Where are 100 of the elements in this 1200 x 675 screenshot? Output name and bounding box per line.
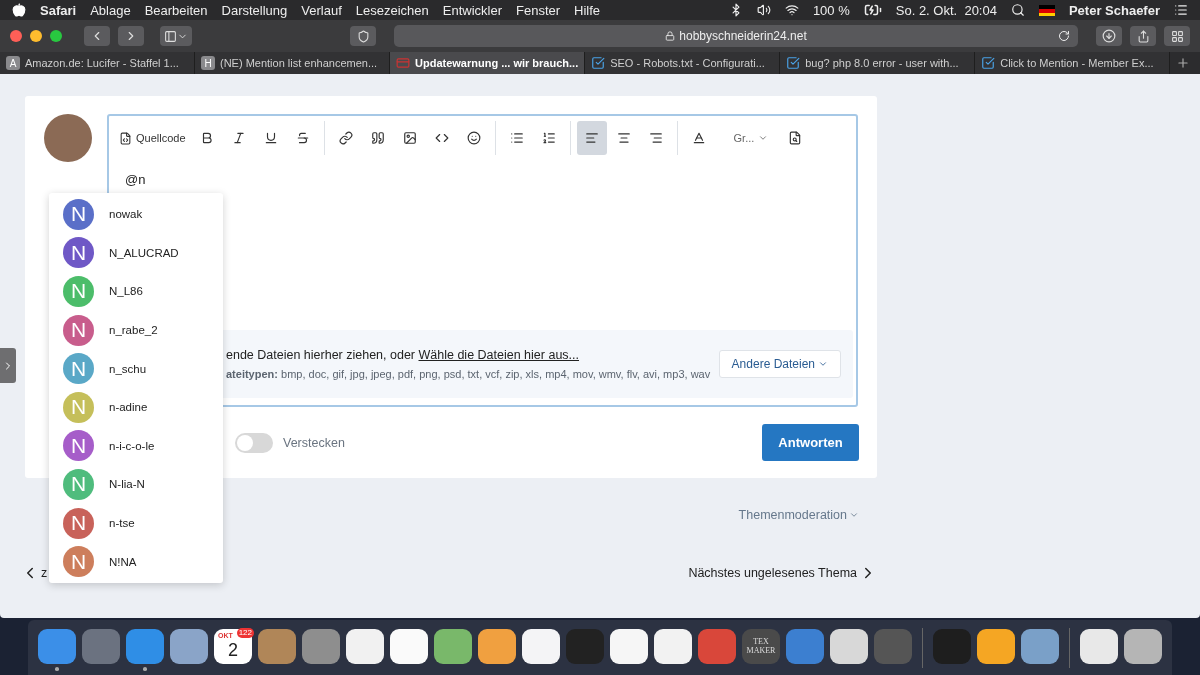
- app-icon[interactable]: [478, 628, 516, 664]
- app-icon[interactable]: [977, 628, 1015, 664]
- editor-text: @n: [125, 172, 146, 187]
- bullet-list-icon: [509, 131, 524, 145]
- app-icon-label: TEX MAKER: [745, 637, 777, 656]
- reply-button[interactable]: Antworten: [762, 424, 859, 461]
- browser-tab[interactable]: H (NE) Mention list enhancemen...: [195, 52, 390, 74]
- file-search-icon: [788, 131, 803, 145]
- align-right-icon: [648, 131, 663, 145]
- grid-icon: [1170, 29, 1184, 43]
- reload-icon: [1058, 30, 1070, 42]
- favicon-letter: H: [201, 56, 215, 70]
- browser-tab[interactable]: Click to Mention - Member Ex...: [975, 52, 1171, 74]
- menu-item[interactable]: Ablage: [90, 2, 131, 18]
- app-icon[interactable]: [434, 628, 472, 664]
- user-initial-avatar: N: [63, 353, 94, 385]
- mention-item[interactable]: N N_ALUCRAD: [49, 233, 223, 273]
- back-button[interactable]: [84, 26, 110, 46]
- hide-toggle[interactable]: [235, 432, 273, 453]
- user-initial-avatar: N: [63, 276, 94, 307]
- browser-tab[interactable]: A Amazon.de: Lucifer - Staffel 1...: [0, 52, 195, 74]
- app-icon[interactable]: [346, 628, 384, 664]
- user-initial-avatar: N: [63, 546, 94, 578]
- link-icon: [338, 131, 353, 145]
- forward-button[interactable]: [118, 26, 144, 46]
- align-button[interactable]: [576, 121, 607, 155]
- search-icon: [1010, 3, 1025, 17]
- menu-item[interactable]: Lesezeichen: [355, 2, 429, 18]
- mention-item[interactable]: N n-i-c-o-le: [49, 426, 223, 466]
- dropzone-text: ende Dateien hierher ziehen, oder Wähle die Dateien hier aus...: [226, 348, 580, 362]
- app-icon[interactable]: [170, 628, 208, 664]
- app-icon[interactable]: [830, 628, 868, 664]
- app-icon[interactable]: [1080, 628, 1118, 664]
- file-types-text: ateitypen: bmp, doc, gif, jpg, jpeg, pdf, png, psd, txt, vcf, zip, xls, mp4, mov, wmv, flv, avi, mp3, wav: [226, 368, 712, 380]
- favicon-letter: A: [6, 56, 20, 70]
- mention-item[interactable]: N N-lia-N: [49, 465, 223, 504]
- volume-icon: [756, 3, 771, 17]
- thread-moderation-link[interactable]: Themenmoderation: [738, 508, 859, 522]
- logo-favicon-icon: [396, 56, 410, 70]
- app-icon[interactable]: [654, 628, 692, 664]
- apple-icon: [12, 3, 26, 17]
- browser-tab[interactable]: Updatewarnung ... wir brauch...: [390, 52, 586, 74]
- italic-icon: [231, 131, 246, 145]
- close-button[interactable]: [10, 30, 22, 42]
- user-name[interactable]: Peter Schaefer: [1068, 2, 1160, 18]
- sidebar-toggle[interactable]: [0, 348, 16, 383]
- menu-item[interactable]: Safari: [40, 2, 77, 18]
- mention-item[interactable]: N N_L86: [49, 272, 223, 311]
- menu-item[interactable]: Hilfe: [574, 2, 601, 18]
- menu-item[interactable]: Entwickler: [442, 2, 502, 18]
- source-code-button[interactable]: Quellcode: [115, 121, 190, 155]
- app-icon[interactable]: [1124, 628, 1162, 664]
- download-button[interactable]: [1096, 26, 1122, 46]
- user-name: N-lia-N: [109, 478, 145, 491]
- browser-tab[interactable]: bug? php 8.0 error - user with...: [780, 52, 976, 74]
- tab-title: bug? php 8.0 error - user with...: [805, 57, 959, 69]
- user-initial-avatar: N: [63, 391, 94, 423]
- user-name: n-i-c-o-le: [109, 439, 155, 452]
- previous-thread-link[interactable]: z: [21, 564, 48, 582]
- menu-item[interactable]: Darstellung: [221, 2, 288, 18]
- menu-item[interactable]: Fenster: [516, 2, 561, 18]
- checkbox-favicon-icon: [981, 56, 996, 70]
- menu-item[interactable]: Verlauf: [301, 2, 342, 18]
- shield-button[interactable]: [350, 26, 376, 46]
- mention-item[interactable]: N n_rabe_2: [49, 310, 223, 350]
- mention-item[interactable]: N n_schu: [49, 349, 223, 388]
- mention-item[interactable]: N n-tse: [49, 503, 223, 543]
- new-tab-icon[interactable]: [1176, 56, 1191, 70]
- user-name: N_L86: [109, 285, 143, 298]
- browser-tab[interactable]: SEO - Robots.txt - Configurati...: [585, 52, 781, 74]
- share-button[interactable]: [1130, 26, 1156, 46]
- font-dropdown[interactable]: Gr...: [729, 121, 773, 155]
- sidebar-button[interactable]: [160, 26, 192, 46]
- flag-icon: [1038, 4, 1055, 16]
- zoom-button[interactable]: [50, 30, 62, 42]
- mention-item[interactable]: N nowak: [49, 195, 223, 234]
- image-icon: [402, 131, 417, 145]
- user-initial-avatar: N: [63, 237, 94, 269]
- address-field[interactable]: hobbyschneiderin24.net: [394, 25, 1078, 47]
- other-files-button[interactable]: Andere Dateien: [718, 350, 841, 378]
- file-code-icon: [119, 131, 132, 145]
- app-icon[interactable]: [610, 628, 648, 664]
- avatar-photo-placeholder: [44, 114, 92, 162]
- app-icon[interactable]: [522, 628, 560, 664]
- calendar-day: 2: [228, 640, 238, 661]
- list-icon: [1174, 3, 1188, 17]
- mention-item[interactable]: N N!NA: [49, 542, 223, 581]
- app-icon[interactable]: TEX MAKER: [742, 628, 780, 664]
- choose-files-link[interactable]: Wähle die Dateien hier aus...: [418, 348, 579, 362]
- mention-item[interactable]: N n-adine: [49, 387, 223, 427]
- user-initial-avatar: N: [63, 468, 94, 500]
- next-unread-thread-link[interactable]: Nächstes ungelesenes Thema: [688, 564, 877, 582]
- tab-overview-button[interactable]: [1164, 26, 1190, 46]
- wifi-icon: [784, 3, 799, 17]
- app-icon[interactable]: [390, 628, 428, 664]
- menu-item[interactable]: Bearbeiten: [144, 2, 208, 18]
- shield-icon: [356, 29, 370, 43]
- code-icon: [434, 131, 449, 145]
- minimize-button[interactable]: [30, 30, 42, 42]
- hide-label: Verstecken: [283, 435, 345, 450]
